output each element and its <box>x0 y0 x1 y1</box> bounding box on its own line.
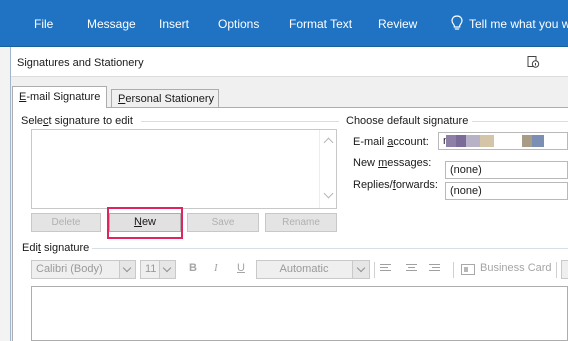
lightbulb-icon <box>451 15 463 30</box>
new-button-highlight <box>107 207 183 239</box>
edit-signature-label-pre: Edi <box>22 242 38 254</box>
tab-email-signature-label: -mail Signature <box>26 91 101 103</box>
default-signature-divider <box>472 121 568 122</box>
toolbar-separator <box>556 262 557 278</box>
new-messages-label-key: m <box>378 157 388 169</box>
business-card-button[interactable]: Business Card <box>480 262 552 274</box>
select-signature-label-rest: t signature to edit <box>48 115 133 127</box>
replies-forwards-label-rest: orwards: <box>395 179 438 191</box>
new-messages-label-rest: essages: <box>387 157 432 169</box>
email-account-label-pre: E-mail <box>353 136 388 148</box>
tab-review[interactable]: Review <box>378 17 417 31</box>
redacted-block <box>456 135 466 147</box>
tab-email-signature[interactable]: E-mail Signature <box>12 86 108 108</box>
tab-file[interactable]: File <box>34 17 53 31</box>
tab-options[interactable]: Options <box>218 17 259 31</box>
default-signature-heading: Choose default signature <box>346 115 469 127</box>
edit-signature-label: Edit signature <box>22 242 89 254</box>
scroll-up-icon[interactable] <box>323 137 334 148</box>
font-size-dropdown[interactable] <box>159 260 176 279</box>
redacted-account-name <box>446 135 568 147</box>
replies-forwards-value: (none) <box>450 185 482 197</box>
edit-signature-label-rest: signature <box>40 242 90 254</box>
redacted-block <box>446 135 456 147</box>
select-signature-label: Select signature to edit <box>21 115 133 127</box>
font-color-dropdown[interactable] <box>352 260 370 279</box>
redacted-block <box>466 135 480 147</box>
underline-button[interactable]: U <box>237 262 245 274</box>
select-signature-divider <box>141 121 339 122</box>
email-account-label-rest: ccount: <box>393 136 429 148</box>
rename-button[interactable]: Rename <box>265 213 337 232</box>
chevron-down-icon <box>122 263 132 273</box>
business-card-icon <box>461 264 475 275</box>
scroll-down-icon[interactable] <box>323 188 334 199</box>
insert-picture-button[interactable] <box>561 260 568 279</box>
italic-button[interactable]: I <box>214 262 218 274</box>
new-messages-label-pre: New <box>353 157 379 169</box>
tell-me-search[interactable]: Tell me what you want <box>469 17 568 31</box>
toolbar-separator <box>374 262 375 278</box>
email-account-label: E-mail account: <box>353 136 429 148</box>
dialog-titlebar: Signatures and Stationery <box>11 47 568 77</box>
font-family-value: Calibri (Body) <box>36 263 103 275</box>
tab-message[interactable]: Message <box>87 17 136 31</box>
signature-editor[interactable] <box>31 286 568 341</box>
new-messages-select[interactable]: (none) <box>445 161 568 179</box>
tab-personal-stationery-label: ersonal Stationery <box>125 93 215 105</box>
redacted-block <box>522 135 532 147</box>
delete-button[interactable]: Delete <box>31 213 101 232</box>
ribbon-menu-bar: File Message Insert Options Format Text … <box>0 0 568 47</box>
replies-forwards-label-pre: Replies/ <box>353 179 393 191</box>
font-family-dropdown[interactable] <box>119 260 136 279</box>
new-messages-value: (none) <box>450 164 482 176</box>
tab-personal-stationery[interactable]: Personal Stationery <box>111 89 219 107</box>
font-color-value: Automatic <box>279 263 329 275</box>
redacted-block <box>532 135 544 147</box>
new-messages-label: New messages: <box>353 157 431 169</box>
bold-button[interactable]: B <box>189 262 197 274</box>
tab-insert[interactable]: Insert <box>159 17 189 31</box>
save-button[interactable]: Save <box>187 213 259 232</box>
font-size-value: 11 <box>145 263 157 275</box>
signature-list-scrollbar[interactable] <box>319 130 336 208</box>
align-center-icon[interactable] <box>406 264 417 274</box>
tab-format-text[interactable]: Format Text <box>289 17 352 31</box>
toolbar-separator <box>453 262 454 278</box>
chevron-down-icon <box>162 263 172 273</box>
replies-forwards-label: Replies/forwards: <box>353 179 438 191</box>
dialog-title: Signatures and Stationery <box>17 57 144 69</box>
replies-forwards-select[interactable]: (none) <box>445 182 568 200</box>
select-signature-label-pre: Sele <box>21 115 44 127</box>
align-left-icon[interactable] <box>380 264 391 274</box>
edit-signature-divider <box>92 248 568 249</box>
signature-list[interactable] <box>31 129 337 209</box>
help-icon[interactable] <box>526 55 540 69</box>
align-right-icon[interactable] <box>429 264 440 274</box>
chevron-down-icon <box>356 263 366 273</box>
redacted-block <box>480 135 494 147</box>
